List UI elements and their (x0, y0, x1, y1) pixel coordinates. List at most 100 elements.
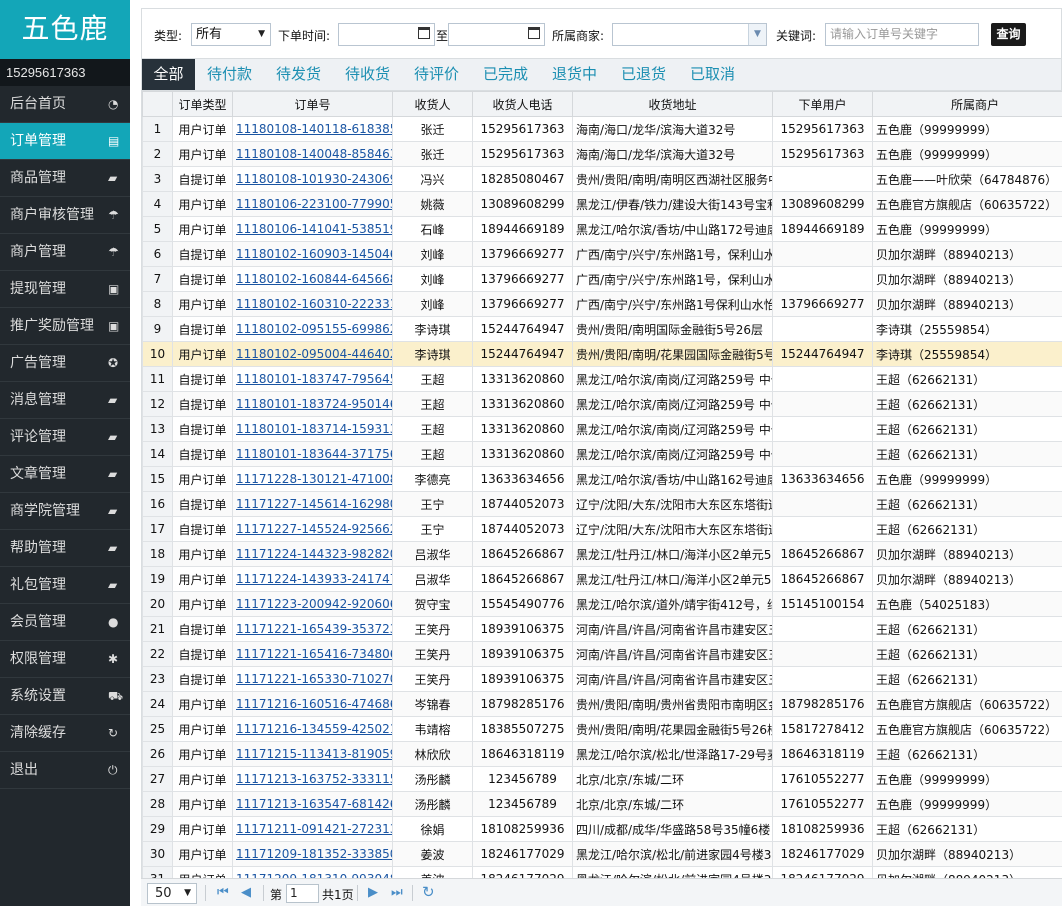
table-row[interactable]: 8 用户订单 11180102-160310-222331 刘峰 13796669277… (142, 291, 1062, 317)
order-number-link[interactable]: 11171224-144323-982820 (236, 547, 392, 561)
sidebar-item[interactable]: 后台首页 ◔ (0, 86, 130, 123)
column-header[interactable]: 收货人 (392, 91, 473, 117)
table-row[interactable]: 22 自提订单 11171221-165416-734806 王笑丹 189391063… (142, 641, 1062, 667)
tab[interactable]: 退货中 (540, 59, 609, 90)
keyword-input[interactable]: 请输入订单号关键字 (825, 23, 979, 46)
order-number-link[interactable]: 11171213-163547-681426 (236, 797, 392, 811)
order-number-link[interactable]: 11171221-165416-734806 (236, 647, 392, 661)
last-page-icon[interactable]: ⏭ (391, 885, 403, 900)
column-header[interactable]: 订单类型 (172, 91, 233, 117)
order-number-link[interactable]: 11180106-223100-779905 (236, 197, 392, 211)
column-header[interactable]: 收货人电话 (472, 91, 573, 117)
table-row[interactable]: 31用户订单11171209-181310-993048姜波1824617702… (142, 866, 1062, 878)
order-number-link[interactable]: 11171227-145614-162980 (236, 497, 392, 511)
order-number-link[interactable]: 11171221-165330-710270 (236, 672, 392, 686)
table-row[interactable]: 12 自提订单 11180101-183724-950146 王超 1331362086… (142, 391, 1062, 417)
table-row[interactable]: 15 用户订单 11171228-130121-471008 李德亮 136336346… (142, 466, 1062, 492)
tab[interactable]: 全部 (142, 59, 195, 90)
tab[interactable]: 待评价 (402, 59, 471, 90)
sidebar-item[interactable]: 提现管理 ▣ (0, 271, 130, 308)
table-row[interactable]: 1 用户订单 11180108-140118-618385 张迁 15295617363… (142, 116, 1062, 142)
order-number-link[interactable]: 11180108-101930-243069 (236, 172, 392, 186)
tab[interactable]: 待发货 (264, 59, 333, 90)
column-header[interactable]: 订单号 (232, 91, 393, 117)
sidebar-item[interactable]: 权限管理 ✱ (0, 641, 130, 678)
tab[interactable]: 已退货 (609, 59, 678, 90)
table-row[interactable]: 16 自提订单 11171227-145614-162980 王宁 1874405207… (142, 491, 1062, 517)
order-number-link[interactable]: 11171209-181352-333850 (236, 847, 392, 861)
table-row[interactable]: 19 用户订单 11171224-143933-241747 吕淑华 186452668… (142, 566, 1062, 592)
order-number-link[interactable]: 11180108-140048-858463 (236, 147, 392, 161)
tab[interactable]: 待付款 (195, 59, 264, 90)
order-number-link[interactable]: 11171228-130121-471008 (236, 472, 392, 486)
table-row[interactable]: 9 自提订单 11180102-095155-699862 李诗琪 1524476494… (142, 316, 1062, 342)
order-number-link[interactable]: 11180102-095004-446402 (236, 347, 392, 361)
sidebar-item[interactable]: 商品管理 ▰ (0, 160, 130, 197)
table-row[interactable]: 20 用户订单 11171223-200942-920606 贺守宝 155454907… (142, 591, 1062, 617)
table-row[interactable]: 25 用户订单 11171216-134559-425021 韦靖榕 183855072… (142, 716, 1062, 742)
order-number-link[interactable]: 11180101-183644-371756 (236, 447, 392, 461)
table-row[interactable]: 10 用户订单 11180102-095004-446402 李诗琪 152447649… (142, 341, 1062, 367)
table-row[interactable]: 30 用户订单 11171209-181352-333850 姜波 1824617702… (142, 841, 1062, 867)
page-size-select[interactable]: 50 ▼ (147, 883, 197, 904)
first-page-icon[interactable]: ⏮ (217, 885, 229, 900)
table-row[interactable]: 13 自提订单 11180101-183714-159313 王超 1331362086… (142, 416, 1062, 442)
prev-page-icon[interactable]: ◀ (241, 885, 251, 900)
order-number-link[interactable]: 11171227-145524-925662 (236, 522, 392, 536)
order-number-link[interactable]: 11171213-163752-333115 (236, 772, 392, 786)
column-header[interactable] (142, 91, 173, 117)
query-button[interactable]: 查询 (991, 23, 1026, 46)
order-number-link[interactable]: 11180101-183714-159313 (236, 422, 392, 436)
table-row[interactable]: 5 用户订单 11180106-141041-538519 石峰 18944669189… (142, 216, 1062, 242)
table-row[interactable]: 7 自提订单 11180102-160844-645668 刘峰 13796669277… (142, 266, 1062, 292)
table-row[interactable]: 26 用户订单 11171215-113413-819059 林欣欣 186463181… (142, 741, 1062, 767)
sidebar-item[interactable]: 评论管理 ▰ (0, 419, 130, 456)
table-row[interactable]: 11 自提订单 11180101-183747-795645 王超 1331362086… (142, 366, 1062, 392)
table-row[interactable]: 27 用户订单 11171213-163752-333115 汤彤麟 123456789… (142, 766, 1062, 792)
order-number-link[interactable]: 11171211-091421-272313 (236, 822, 392, 836)
start-date-input[interactable] (338, 23, 435, 46)
sidebar-item[interactable]: 文章管理 ▰ (0, 456, 130, 493)
sidebar-item[interactable]: 商学院管理 ▰ (0, 493, 130, 530)
order-number-link[interactable]: 11171215-113413-819059 (236, 747, 392, 761)
table-row[interactable]: 18 用户订单 11171224-144323-982820 吕淑华 186452668… (142, 541, 1062, 567)
sidebar-item[interactable]: 广告管理 ✪ (0, 345, 130, 382)
sidebar-item[interactable]: 商户审核管理 ☂ (0, 197, 130, 234)
next-page-icon[interactable]: ▶ (368, 885, 378, 900)
order-number-link[interactable]: 11180102-160310-222331 (236, 297, 392, 311)
table-row[interactable]: 2 用户订单 11180108-140048-858463 张迁 15295617363… (142, 141, 1062, 167)
page-number-input[interactable]: 1 (286, 884, 319, 903)
table-row[interactable]: 28 用户订单 11171213-163547-681426 汤彤麟 123456789… (142, 791, 1062, 817)
sidebar-item[interactable]: 订单管理 ▤ (0, 123, 130, 160)
column-header[interactable]: 收货地址 (572, 91, 773, 117)
table-row[interactable]: 14 自提订单 11180101-183644-371756 王超 1331362086… (142, 441, 1062, 467)
tab[interactable]: 已取消 (678, 59, 747, 90)
sidebar-item[interactable]: 消息管理 ▰ (0, 382, 130, 419)
order-number-link[interactable]: 11180101-183724-950146 (236, 397, 392, 411)
merchant-select[interactable]: ▼ (612, 23, 767, 46)
order-number-link[interactable]: 11171223-200942-920606 (236, 597, 392, 611)
order-number-link[interactable]: 11180108-140118-618385 (236, 122, 392, 136)
tab[interactable]: 待收货 (333, 59, 402, 90)
table-row[interactable]: 17 自提订单 11171227-145524-925662 王宁 1874405207… (142, 516, 1062, 542)
tab[interactable]: 已完成 (471, 59, 540, 90)
sidebar-item[interactable]: 礼包管理 ▰ (0, 567, 130, 604)
sidebar-item[interactable]: 系统设置 ⛟ (0, 678, 130, 715)
table-row[interactable]: 23 自提订单 11171221-165330-710270 王笑丹 189391063… (142, 666, 1062, 692)
table-row[interactable]: 3 自提订单 11180108-101930-243069 冯兴 18285080467… (142, 166, 1062, 192)
order-number-link[interactable]: 11180101-183747-795645 (236, 372, 392, 386)
sidebar-item[interactable]: 推广奖励管理 ▣ (0, 308, 130, 345)
order-number-link[interactable]: 11180102-160844-645668 (236, 272, 392, 286)
type-select[interactable]: 所有 ▼ (191, 23, 271, 46)
table-row[interactable]: 24 用户订单 11171216-160516-474686 岑锦春 187982851… (142, 691, 1062, 717)
order-number-link[interactable]: 11171221-165439-353723 (236, 622, 392, 636)
order-number-link[interactable]: 11180102-095155-699862 (236, 322, 392, 336)
order-number-link[interactable]: 11171224-143933-241747 (236, 572, 392, 586)
column-header[interactable]: 下单用户 (772, 91, 873, 117)
sidebar-item[interactable]: 清除缓存 ↻ (0, 715, 130, 752)
order-number-link[interactable]: 11171216-160516-474686 (236, 697, 392, 711)
table-row[interactable]: 6 自提订单 11180102-160903-145046 刘峰 13796669277… (142, 241, 1062, 267)
end-date-input[interactable] (448, 23, 545, 46)
table-row[interactable]: 4 用户订单 11180106-223100-779905 姚薇 13089608299… (142, 191, 1062, 217)
table-row[interactable]: 29 用户订单 11171211-091421-272313 徐娟 1810825993… (142, 816, 1062, 842)
